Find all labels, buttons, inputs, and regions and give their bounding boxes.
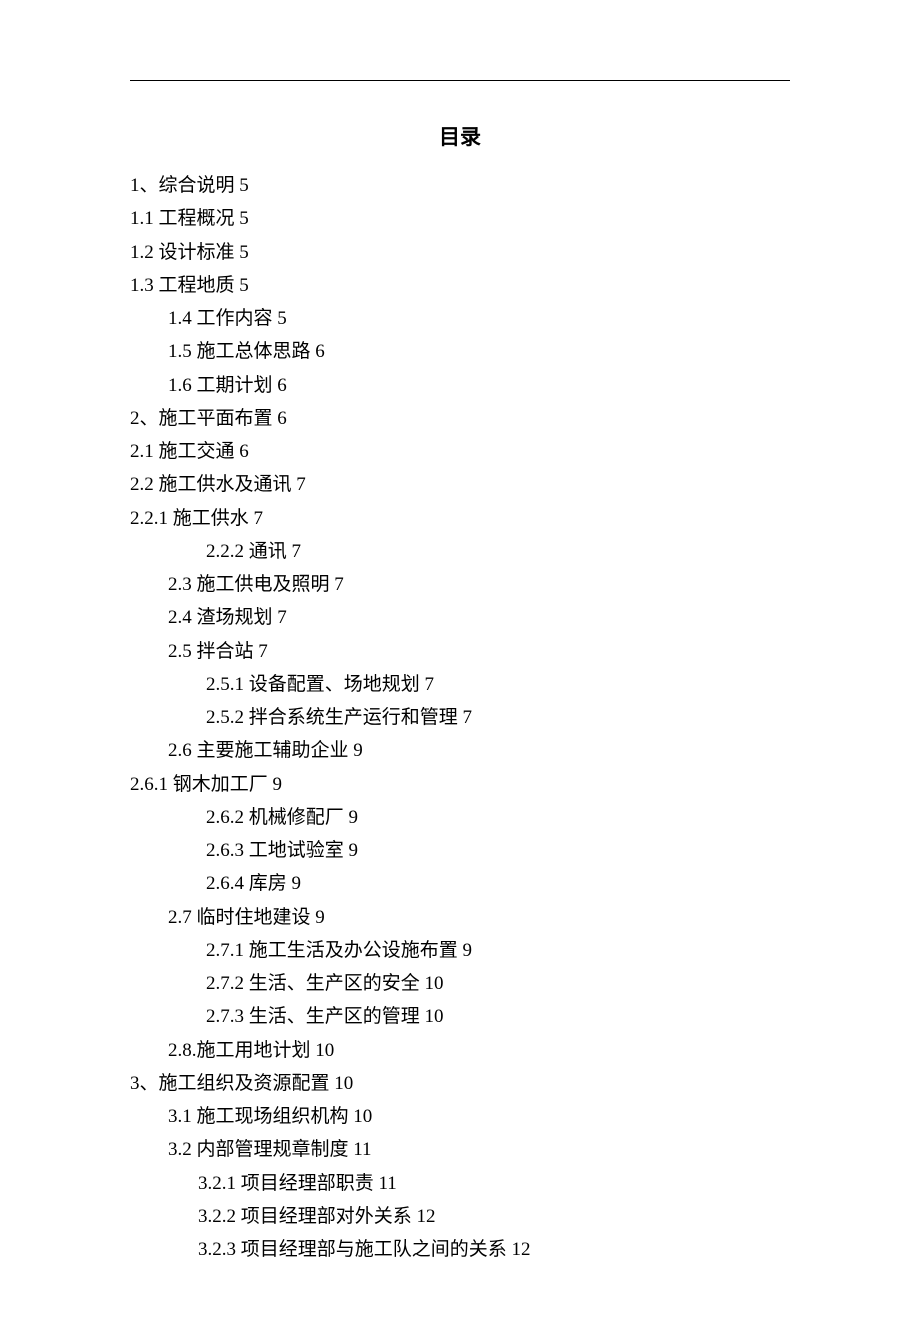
toc-entry: 1.6 工期计划 6	[130, 369, 790, 402]
toc-entry: 2.5 拌合站 7	[130, 635, 790, 668]
toc-entry: 2.5.1 设备配置、场地规划 7	[130, 668, 790, 701]
toc-entry: 1.1 工程概况 5	[130, 202, 790, 235]
toc-entry: 2.5.2 拌合系统生产运行和管理 7	[130, 701, 790, 734]
toc-entry: 3.2.1 项目经理部职责 11	[130, 1167, 790, 1200]
toc-entry: 1.2 设计标准 5	[130, 236, 790, 269]
toc-entry: 3.2 内部管理规章制度 11	[130, 1133, 790, 1166]
toc-entry: 1.3 工程地质 5	[130, 269, 790, 302]
header-rule	[130, 80, 790, 81]
toc-entry: 3.1 施工现场组织机构 10	[130, 1100, 790, 1133]
toc-entry: 2.7.1 施工生活及办公设施布置 9	[130, 934, 790, 967]
toc-entry: 1.5 施工总体思路 6	[130, 335, 790, 368]
table-of-contents: 1、综合说明 51.1 工程概况 51.2 设计标准 51.3 工程地质 51.…	[130, 169, 790, 1266]
toc-entry: 1.4 工作内容 5	[130, 302, 790, 335]
toc-entry: 2.6.2 机械修配厂 9	[130, 801, 790, 834]
toc-entry: 2.3 施工供电及照明 7	[130, 568, 790, 601]
toc-entry: 2.2.2 通讯 7	[130, 535, 790, 568]
document-page: 目录 1、综合说明 51.1 工程概况 51.2 设计标准 51.3 工程地质 …	[0, 0, 920, 1326]
toc-entry: 2.6 主要施工辅助企业 9	[130, 734, 790, 767]
toc-entry: 2.7.3 生活、生产区的管理 10	[130, 1000, 790, 1033]
toc-entry: 2.7.2 生活、生产区的安全 10	[130, 967, 790, 1000]
toc-entry: 2.6.4 库房 9	[130, 867, 790, 900]
toc-entry: 2.4 渣场规划 7	[130, 601, 790, 634]
toc-entry: 2.2 施工供水及通讯 7	[130, 468, 790, 501]
toc-entry: 1、综合说明 5	[130, 169, 790, 202]
toc-entry: 2.6.3 工地试验室 9	[130, 834, 790, 867]
toc-entry: 2.2.1 施工供水 7	[130, 502, 790, 535]
toc-entry: 2.6.1 钢木加工厂 9	[130, 768, 790, 801]
toc-entry: 3.2.2 项目经理部对外关系 12	[130, 1200, 790, 1233]
toc-entry: 2.7 临时住地建设 9	[130, 901, 790, 934]
toc-entry: 2、施工平面布置 6	[130, 402, 790, 435]
toc-entry: 2.8.施工用地计划 10	[130, 1034, 790, 1067]
toc-entry: 3.2.3 项目经理部与施工队之间的关系 12	[130, 1233, 790, 1266]
toc-entry: 2.1 施工交通 6	[130, 435, 790, 468]
toc-entry: 3、施工组织及资源配置 10	[130, 1067, 790, 1100]
toc-title: 目录	[130, 121, 790, 151]
